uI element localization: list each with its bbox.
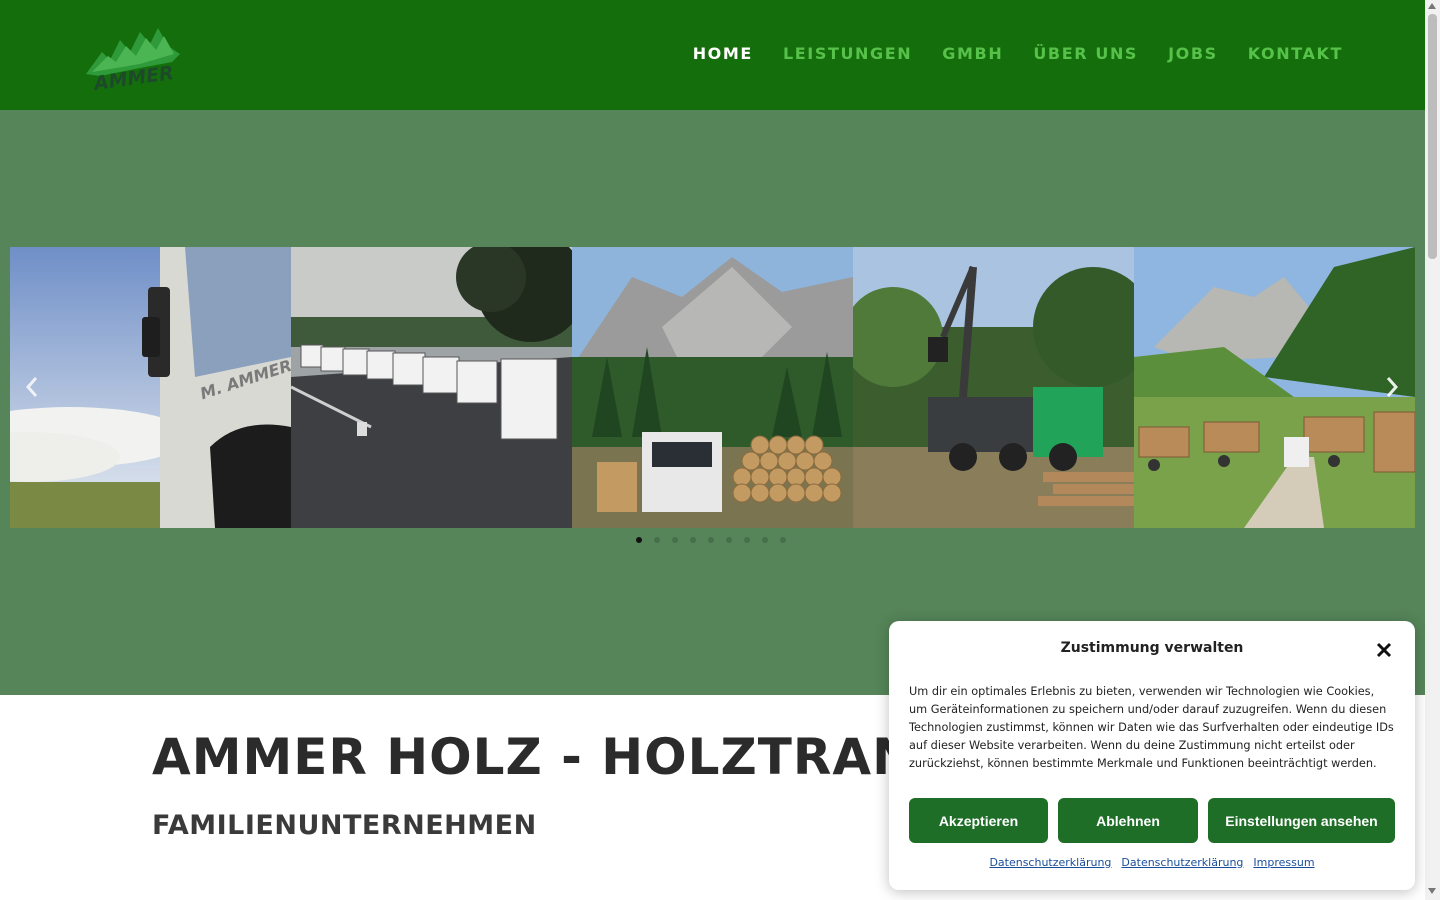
nav-home[interactable]: HOME <box>693 44 753 63</box>
cookie-close-button[interactable] <box>1375 641 1393 659</box>
slider-dot-5[interactable] <box>708 537 714 543</box>
slide-image-forestry-crane <box>853 247 1134 528</box>
slider-prev-button[interactable] <box>22 372 42 402</box>
view-settings-button[interactable]: Einstellungen ansehen <box>1208 798 1395 843</box>
slide-image-truck-cab: M. AMMER <box>10 247 291 528</box>
slide-timber-truck-mountains[interactable] <box>572 247 853 528</box>
slide-image-timber-meadow <box>1134 247 1415 528</box>
cookie-button-row: Akzeptieren Ablehnen Einstellungen anseh… <box>909 798 1395 843</box>
slider-pagination <box>636 537 786 543</box>
slider-next-button[interactable] <box>1382 372 1402 402</box>
slide-forestry-crane[interactable] <box>853 247 1134 528</box>
nav-jobs[interactable]: JOBS <box>1168 44 1218 63</box>
page: AMMER HOME LEISTUNGEN GMBH ÜBER UNS JOBS… <box>0 0 1440 900</box>
page-subtitle: FAMILIENUNTERNEHMEN <box>152 810 537 841</box>
ammer-logo[interactable]: AMMER <box>80 22 184 90</box>
scroll-up-arrow-icon[interactable] <box>1428 3 1436 9</box>
slide-timber-trucks-meadow[interactable] <box>1134 247 1415 528</box>
slider-dot-1[interactable] <box>636 537 642 543</box>
imprint-link[interactable]: Impressum <box>1253 856 1314 869</box>
privacy-policy-link-2[interactable]: Datenschutzerklärung <box>1121 856 1243 869</box>
chevron-left-icon <box>25 377 38 397</box>
slider-dot-8[interactable] <box>762 537 768 543</box>
slider-dot-6[interactable] <box>726 537 732 543</box>
cookie-dialog-title: Zustimmung verwalten <box>1060 640 1244 656</box>
privacy-policy-link-1[interactable]: Datenschutzerklärung <box>989 856 1111 869</box>
accept-button[interactable]: Akzeptieren <box>909 798 1048 843</box>
nav-leistungen[interactable]: LEISTUNGEN <box>783 44 912 63</box>
slide-truck-cab-clouds[interactable]: M. AMMER <box>10 247 291 528</box>
chevron-right-icon <box>1386 377 1399 397</box>
deny-button[interactable]: Ablehnen <box>1058 798 1198 843</box>
scrollbar-thumb[interactable] <box>1428 14 1437 259</box>
hero-slider: M. AMMER <box>0 110 1425 695</box>
scroll-down-arrow-icon[interactable] <box>1428 888 1436 894</box>
slider-track: M. AMMER <box>10 247 1415 528</box>
nav-gmbh[interactable]: GMBH <box>942 44 1003 63</box>
slider-dot-7[interactable] <box>744 537 750 543</box>
main-nav: HOME LEISTUNGEN GMBH ÜBER UNS JOBS KONTA… <box>693 44 1343 63</box>
nav-ueber-uns[interactable]: ÜBER UNS <box>1033 44 1138 63</box>
page-scrollbar[interactable] <box>1425 0 1440 900</box>
slider-dot-2[interactable] <box>654 537 660 543</box>
cookie-consent-dialog: Zustimmung verwalten Um dir ein optimale… <box>889 621 1415 890</box>
close-icon <box>1376 642 1392 658</box>
slider-dot-9[interactable] <box>780 537 786 543</box>
site-header: AMMER HOME LEISTUNGEN GMBH ÜBER UNS JOBS… <box>0 0 1425 110</box>
nav-kontakt[interactable]: KONTAKT <box>1248 44 1343 63</box>
cookie-links: Datenschutzerklärung Datenschutzerklärun… <box>889 856 1415 869</box>
slider-dot-4[interactable] <box>690 537 696 543</box>
slide-image-timber-mountains <box>572 247 853 528</box>
slide-image-truck-fleet <box>291 247 572 528</box>
slide-truck-fleet[interactable] <box>291 247 572 528</box>
slider-dot-3[interactable] <box>672 537 678 543</box>
cookie-dialog-text: Um dir ein optimales Erlebnis zu bieten,… <box>909 685 1394 770</box>
